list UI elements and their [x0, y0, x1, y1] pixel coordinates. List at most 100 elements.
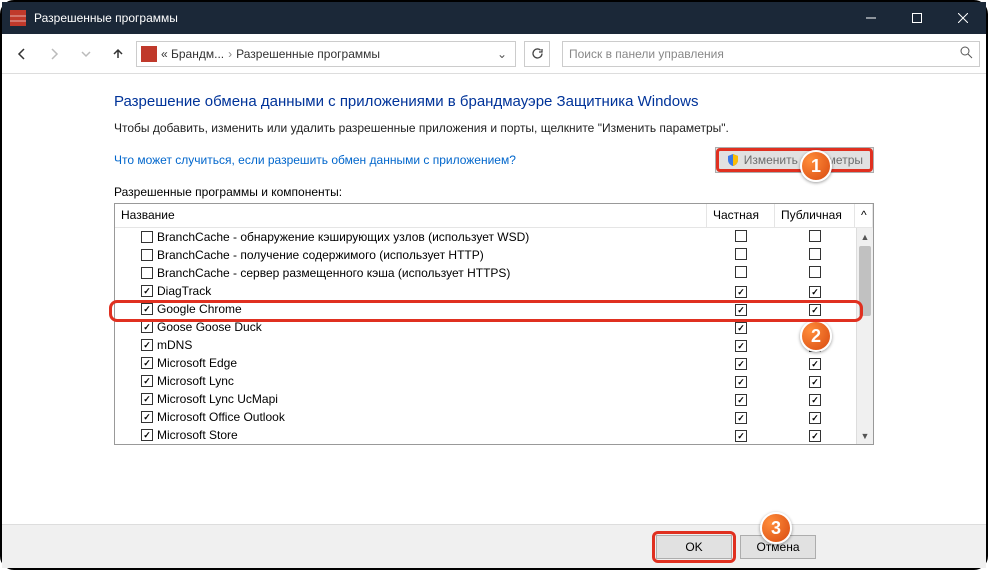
table-header: Название Частная Публичная ^ [115, 204, 873, 228]
column-private[interactable]: Частная [707, 204, 775, 227]
private-checkbox[interactable] [735, 412, 747, 424]
forward-button[interactable] [40, 40, 68, 68]
public-checkbox[interactable] [809, 376, 821, 388]
public-checkbox[interactable] [809, 430, 821, 442]
table-row[interactable]: BranchCache - обнаружение кэширующих узл… [115, 228, 873, 246]
public-checkbox[interactable] [809, 248, 821, 260]
minimize-button[interactable] [848, 2, 894, 34]
change-settings-button[interactable]: Изменить параметры [715, 147, 874, 173]
firewall-icon [10, 10, 26, 26]
app-name: Google Chrome [157, 302, 242, 316]
table-row[interactable]: DiagTrack [115, 282, 873, 300]
risk-link[interactable]: Что может случиться, если разрешить обме… [114, 153, 516, 167]
private-checkbox[interactable] [735, 304, 747, 316]
enable-checkbox[interactable] [141, 357, 153, 369]
scroll-up-icon[interactable]: ▲ [857, 228, 873, 245]
app-name: BranchCache - получение содержимого (исп… [157, 248, 484, 262]
refresh-button[interactable] [524, 41, 550, 67]
public-checkbox[interactable] [809, 230, 821, 242]
public-checkbox[interactable] [809, 304, 821, 316]
content-area: Разрешение обмена данными с приложениями… [2, 74, 986, 568]
column-name[interactable]: Название [115, 204, 707, 227]
up-button[interactable] [104, 40, 132, 68]
enable-checkbox[interactable] [141, 393, 153, 405]
search-placeholder: Поиск в панели управления [569, 47, 724, 61]
app-name: Microsoft Lync UcMapi [157, 392, 278, 406]
private-checkbox[interactable] [735, 248, 747, 260]
search-input[interactable]: Поиск в панели управления [562, 41, 980, 67]
page-heading: Разрешение обмена данными с приложениями… [114, 92, 874, 112]
public-checkbox[interactable] [809, 266, 821, 278]
app-name: BranchCache - сервер размещенного кэша (… [157, 266, 510, 280]
enable-checkbox[interactable] [141, 249, 153, 261]
app-name: Microsoft Store [157, 428, 238, 442]
enable-checkbox[interactable] [141, 429, 153, 441]
enable-checkbox[interactable] [141, 375, 153, 387]
back-button[interactable] [8, 40, 36, 68]
breadcrumb-item[interactable]: Разрешенные программы [236, 47, 380, 61]
annotation-badge-3: 3 [760, 512, 792, 544]
ok-button[interactable]: OK [656, 535, 732, 559]
public-checkbox[interactable] [809, 394, 821, 406]
private-checkbox[interactable] [735, 430, 747, 442]
private-checkbox[interactable] [735, 358, 747, 370]
public-checkbox[interactable] [809, 412, 821, 424]
app-name: Microsoft Lync [157, 374, 234, 388]
chevron-down-icon[interactable]: ⌄ [493, 47, 511, 61]
app-name: BranchCache - обнаружение кэширующих узл… [157, 230, 529, 244]
enable-checkbox[interactable] [141, 321, 153, 333]
enable-checkbox[interactable] [141, 231, 153, 243]
chevron-right-icon: › [228, 47, 232, 61]
address-bar[interactable]: « Брандм... › Разрешенные программы ⌄ [136, 41, 516, 67]
page-description: Чтобы добавить, изменить или удалить раз… [114, 120, 874, 137]
enable-checkbox[interactable] [141, 303, 153, 315]
table-row[interactable]: Microsoft Lync [115, 372, 873, 390]
breadcrumb-item[interactable]: « Брандм... [161, 47, 224, 61]
window-title: Разрешенные программы [34, 11, 178, 25]
app-name: Goose Goose Duck [157, 320, 262, 334]
table-row[interactable]: Microsoft Store [115, 426, 873, 444]
table-row[interactable]: Microsoft Edge [115, 354, 873, 372]
column-scroll: ^ [855, 204, 873, 227]
recent-dropdown[interactable] [72, 40, 100, 68]
app-name: Microsoft Office Outlook [157, 410, 285, 424]
public-checkbox[interactable] [809, 286, 821, 298]
private-checkbox[interactable] [735, 394, 747, 406]
app-name: Microsoft Edge [157, 356, 237, 370]
private-checkbox[interactable] [735, 376, 747, 388]
table-row[interactable]: BranchCache - получение содержимого (исп… [115, 246, 873, 264]
annotation-badge-1: 1 [800, 150, 832, 182]
private-checkbox[interactable] [735, 230, 747, 242]
table-row[interactable]: mDNS [115, 336, 873, 354]
table-row[interactable]: BranchCache - сервер размещенного кэша (… [115, 264, 873, 282]
titlebar: Разрешенные программы [2, 2, 986, 34]
maximize-button[interactable] [894, 2, 940, 34]
annotation-badge-2: 2 [800, 320, 832, 352]
app-name: mDNS [157, 338, 192, 352]
search-icon [960, 46, 973, 62]
table-row[interactable]: Microsoft Lync UcMapi [115, 390, 873, 408]
table-label: Разрешенные программы и компоненты: [114, 185, 874, 199]
table-row[interactable]: Goose Goose Duck [115, 318, 873, 336]
scroll-thumb[interactable] [859, 246, 871, 316]
firewall-icon [141, 46, 157, 62]
shield-icon [726, 153, 740, 167]
app-name: DiagTrack [157, 284, 211, 298]
table-row[interactable]: Microsoft Office Outlook [115, 408, 873, 426]
scroll-down-icon[interactable]: ▼ [857, 427, 873, 444]
allowed-apps-table: Название Частная Публичная ^ BranchCache… [114, 203, 874, 445]
enable-checkbox[interactable] [141, 339, 153, 351]
table-row[interactable]: Google Chrome [115, 300, 873, 318]
private-checkbox[interactable] [735, 266, 747, 278]
enable-checkbox[interactable] [141, 267, 153, 279]
private-checkbox[interactable] [735, 340, 747, 352]
public-checkbox[interactable] [809, 358, 821, 370]
enable-checkbox[interactable] [141, 285, 153, 297]
navbar: « Брандм... › Разрешенные программы ⌄ По… [2, 34, 986, 74]
private-checkbox[interactable] [735, 286, 747, 298]
close-button[interactable] [940, 2, 986, 34]
scrollbar[interactable]: ▲ ▼ [856, 228, 873, 444]
enable-checkbox[interactable] [141, 411, 153, 423]
private-checkbox[interactable] [735, 322, 747, 334]
column-public[interactable]: Публичная [775, 204, 855, 227]
